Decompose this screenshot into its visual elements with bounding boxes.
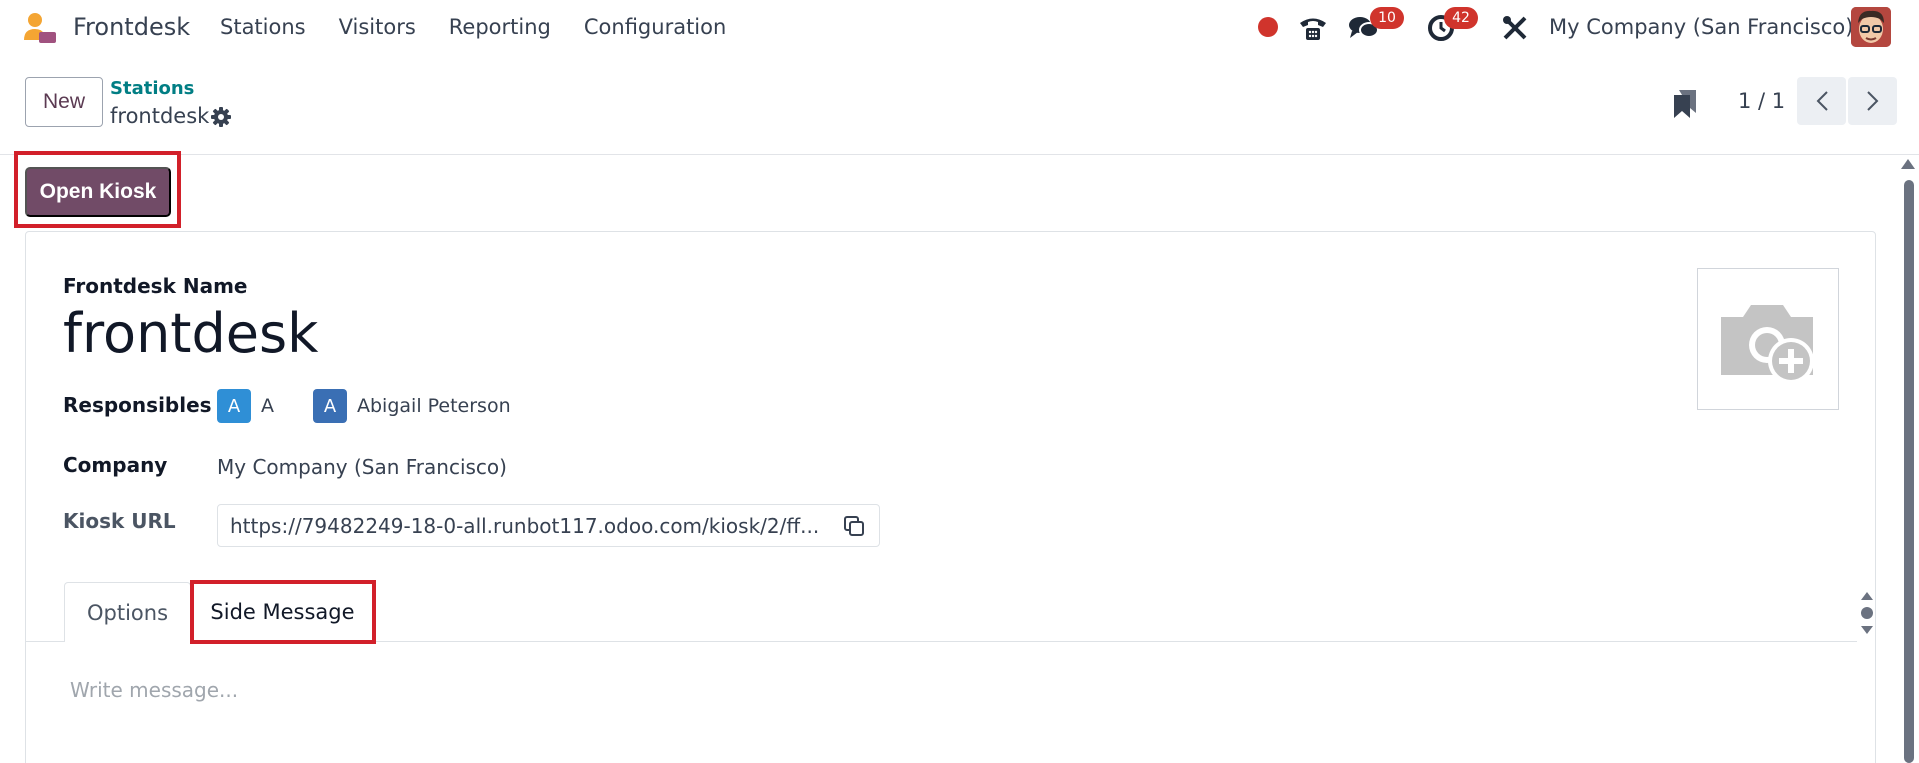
new-button[interactable]: New [25,77,103,127]
user-avatar[interactable] [1851,7,1891,47]
scroll-up-arrow-icon[interactable] [1901,159,1915,169]
pager-buttons [1797,77,1897,125]
side-message-editor[interactable]: Write message... [70,678,238,702]
camera-add-icon [1721,305,1814,384]
app-name[interactable]: Frontdesk [73,13,190,41]
responsible-avatar: A [217,389,251,423]
image-upload-field[interactable] [1697,268,1839,410]
breadcrumb-stations[interactable]: Stations [110,78,194,99]
company-field[interactable]: My Company (San Francisco) [217,455,507,479]
highlight-side-message [190,580,376,644]
company-label: Company [63,453,168,477]
frontdesk-name-label: Frontdesk Name [63,274,248,298]
responsible-tag[interactable]: A A [217,389,274,423]
control-panel-divider [0,154,1919,155]
gear-icon[interactable] [210,106,232,128]
chevron-left-icon [1816,91,1828,111]
activities-badge: 42 [1444,7,1478,29]
kiosk-url-label: Kiosk URL [63,509,176,533]
highlight-open-kiosk [14,151,181,228]
messages-badge: 10 [1370,7,1404,29]
page-scrollbar[interactable] [1904,180,1914,763]
bookmark-icon[interactable] [1672,89,1698,119]
menu-reporting[interactable]: Reporting [449,15,551,39]
responsible-name: Abigail Peterson [357,395,511,417]
responsible-avatar: A [313,389,347,423]
pager-value[interactable]: 1 / 1 [1738,89,1785,113]
debug-tools-icon[interactable] [1499,12,1531,44]
copy-icon[interactable] [843,515,865,537]
responsible-tag[interactable]: A Abigail Peterson [313,389,511,423]
recording-indicator-icon[interactable] [1258,17,1278,37]
menu-configuration[interactable]: Configuration [584,15,726,39]
phone-icon[interactable] [1297,12,1329,44]
frontdesk-app-icon[interactable] [22,12,58,44]
responsible-name: A [261,395,274,417]
menu-stations[interactable]: Stations [220,15,306,39]
main-menu: Stations Visitors Reporting Configuratio… [220,15,726,39]
kiosk-url-value: https://79482249-18-0-all.runbot117.odoo… [230,513,820,538]
responsibles-label: Responsibles [63,393,212,417]
menu-visitors[interactable]: Visitors [339,15,416,39]
kiosk-url-field[interactable]: https://79482249-18-0-all.runbot117.odoo… [217,504,880,547]
company-switcher[interactable]: My Company (San Francisco) [1549,15,1853,39]
tab-options[interactable]: Options [64,582,191,642]
pager-next-button[interactable] [1848,77,1897,125]
pager-previous-button[interactable] [1797,77,1846,125]
breadcrumb-current: frontdesk [110,104,210,128]
frontdesk-name-field[interactable]: frontdesk [63,302,318,365]
tabs-scroll-icon[interactable] [1858,588,1876,638]
top-navbar: Frontdesk Stations Visitors Reporting Co… [0,0,1919,56]
chevron-right-icon [1866,91,1878,111]
